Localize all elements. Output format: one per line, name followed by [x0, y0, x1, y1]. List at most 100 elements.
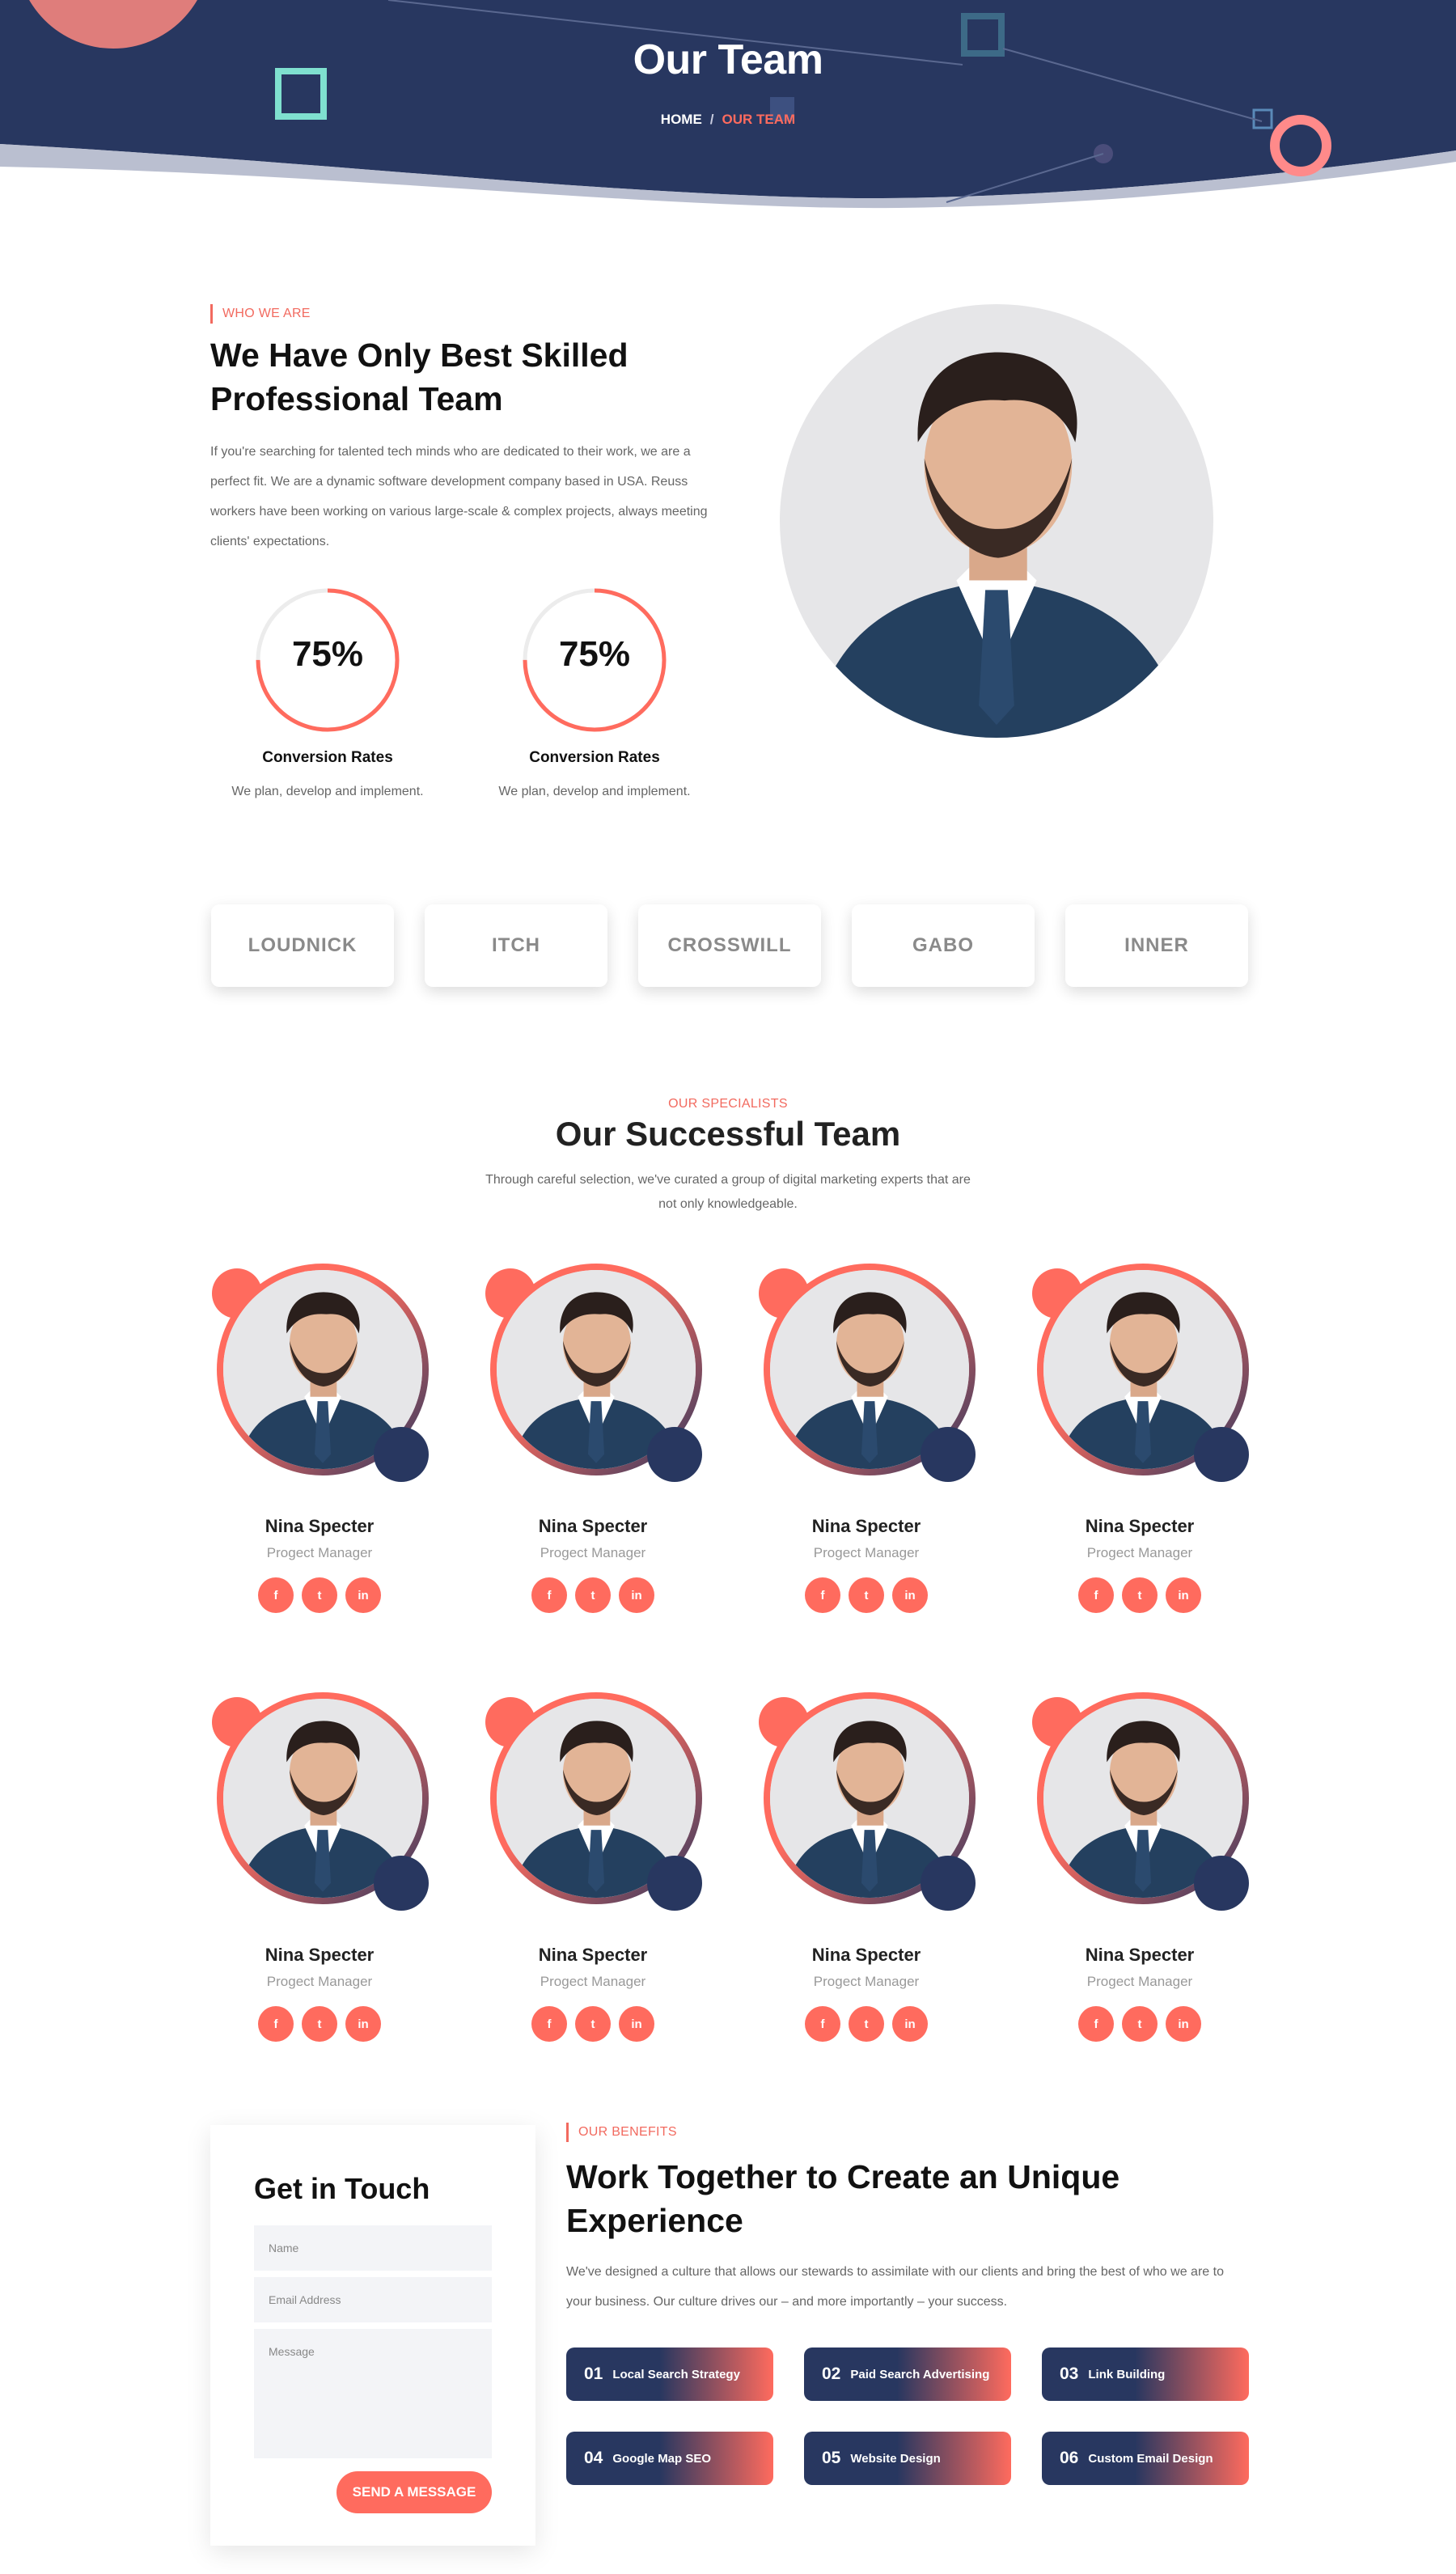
twitter-icon[interactable]: t [302, 1577, 337, 1613]
name-input[interactable] [254, 2225, 492, 2271]
member-photo [1031, 1692, 1249, 1911]
member-photo [757, 1264, 976, 1482]
benefit-item[interactable]: 02 Paid Search Advertising [804, 2348, 1011, 2401]
twitter-icon[interactable]: t [849, 1577, 884, 1613]
stat-description: We plan, develop and implement. [231, 785, 424, 798]
twitter-icon[interactable]: t [575, 1577, 611, 1613]
page-title: Our Team [633, 36, 823, 83]
benefit-item[interactable]: 03 Link Building [1042, 2348, 1249, 2401]
brand-logo-card[interactable]: INNER [1065, 904, 1248, 987]
team-member-card: Nina Specter Progect Manager f t in [210, 1692, 429, 2042]
member-name[interactable]: Nina Specter [757, 1945, 976, 1966]
linkedin-icon[interactable]: in [345, 2006, 381, 2042]
twitter-icon[interactable]: t [1122, 2006, 1158, 2042]
email-input[interactable] [254, 2277, 492, 2322]
breadcrumb-home-link[interactable]: HOME [661, 112, 702, 127]
benefit-label: Link Building [1088, 2367, 1166, 2381]
team-member-card: Nina Specter Progect Manager f t in [484, 1692, 702, 2042]
member-name[interactable]: Nina Specter [484, 1945, 702, 1966]
benefit-label: Paid Search Advertising [850, 2367, 990, 2381]
twitter-icon[interactable]: t [1122, 1577, 1158, 1613]
facebook-icon[interactable]: f [805, 1577, 840, 1613]
brand-logo-card[interactable]: GABO [852, 904, 1035, 987]
member-photo [210, 1264, 429, 1482]
twitter-icon[interactable]: t [302, 2006, 337, 2042]
member-photo [210, 1692, 429, 1911]
facebook-icon[interactable]: f [258, 2006, 294, 2042]
team-member-card: Nina Specter Progect Manager f t in [210, 1264, 429, 1613]
member-photo [484, 1692, 702, 1911]
benefits-description: We've designed a culture that allows our… [566, 2265, 1224, 2309]
decor-dot [374, 1427, 429, 1482]
benefit-number: 03 [1060, 2364, 1079, 2383]
facebook-icon[interactable]: f [1078, 2006, 1114, 2042]
brand-logo-card[interactable]: CROSSWILL [638, 904, 821, 987]
benefit-number: 04 [584, 2449, 603, 2467]
social-links: f t in [210, 2006, 429, 2042]
benefit-item[interactable]: 05 Website Design [804, 2432, 1011, 2485]
stat-value: 75% [558, 634, 631, 674]
linkedin-icon[interactable]: in [619, 2006, 654, 2042]
member-name[interactable]: Nina Specter [210, 1945, 429, 1966]
benefit-number: 02 [822, 2364, 841, 2383]
linkedin-icon[interactable]: in [619, 1577, 654, 1613]
team-member-card: Nina Specter Progect Manager f t in [1031, 1264, 1249, 1613]
member-name[interactable]: Nina Specter [210, 1516, 429, 1537]
decor-dot [647, 1427, 702, 1482]
message-input[interactable] [254, 2329, 492, 2458]
social-links: f t in [210, 1577, 429, 1613]
benefit-item[interactable]: 04 Google Map SEO [566, 2432, 773, 2485]
member-name[interactable]: Nina Specter [1031, 1945, 1249, 1966]
benefit-item[interactable]: 01 Local Search Strategy [566, 2348, 773, 2401]
brand-logo-card[interactable]: LOUDNICK [211, 904, 394, 987]
linkedin-icon[interactable]: in [892, 1577, 928, 1613]
member-role: Progect Manager [1086, 1545, 1193, 1560]
social-links: f t in [484, 1577, 702, 1613]
member-role: Progect Manager [1086, 1974, 1193, 1989]
member-photo [1031, 1264, 1249, 1482]
team-title: Our Successful Team [555, 1115, 901, 1153]
benefit-number: 06 [1060, 2449, 1079, 2467]
social-links: f t in [484, 2006, 702, 2042]
team-member-card: Nina Specter Progect Manager f t in [1031, 1692, 1249, 2042]
member-name[interactable]: Nina Specter [1031, 1516, 1249, 1537]
twitter-icon[interactable]: t [849, 2006, 884, 2042]
facebook-icon[interactable]: f [258, 1577, 294, 1613]
member-name[interactable]: Nina Specter [757, 1516, 976, 1537]
member-photo [757, 1692, 976, 1911]
brand-logo-text: GABO [912, 934, 974, 956]
social-links: f t in [1031, 2006, 1249, 2042]
facebook-icon[interactable]: f [531, 1577, 567, 1613]
brand-logo-text: CROSSWILL [667, 934, 792, 956]
decor-dot [647, 1856, 702, 1911]
stat-label: Conversion Rates [529, 749, 660, 766]
linkedin-icon[interactable]: in [1166, 2006, 1201, 2042]
brand-logo-text: INNER [1124, 934, 1189, 956]
member-role: Progect Manager [266, 1974, 373, 1989]
decor-dot [921, 1427, 976, 1482]
page-hero: Our Team HOME / OUR TEAM [0, 0, 1456, 210]
facebook-icon[interactable]: f [1078, 1577, 1114, 1613]
facebook-icon[interactable]: f [531, 2006, 567, 2042]
brand-logo-card[interactable]: ITCH [425, 904, 607, 987]
linkedin-icon[interactable]: in [892, 2006, 928, 2042]
about-description: If you're searching for talented tech mi… [210, 445, 708, 548]
linkedin-icon[interactable]: in [1166, 1577, 1201, 1613]
benefit-number: 01 [584, 2364, 603, 2383]
benefit-label: Google Map SEO [612, 2451, 712, 2466]
about-eyebrow: WHO WE ARE [210, 304, 311, 324]
twitter-icon[interactable]: t [575, 2006, 611, 2042]
team-eyebrow: OUR SPECIALISTS [668, 1097, 788, 1111]
facebook-icon[interactable]: f [805, 2006, 840, 2042]
breadcrumb-separator: / [709, 112, 714, 127]
team-member-card: Nina Specter Progect Manager f t in [757, 1692, 976, 2042]
send-message-button[interactable]: SEND A MESSAGE [336, 2471, 492, 2513]
benefit-number: 05 [822, 2449, 841, 2467]
linkedin-icon[interactable]: in [345, 1577, 381, 1613]
hero-background [0, 0, 1456, 210]
benefits-title: Work Together to Create an Unique Experi… [566, 2158, 1120, 2239]
contact-form: Get in Touch SEND A MESSAGE [210, 2125, 535, 2546]
member-name[interactable]: Nina Specter [484, 1516, 702, 1537]
benefit-item[interactable]: 06 Custom Email Design [1042, 2432, 1249, 2485]
member-role: Progect Manager [813, 1974, 920, 1989]
